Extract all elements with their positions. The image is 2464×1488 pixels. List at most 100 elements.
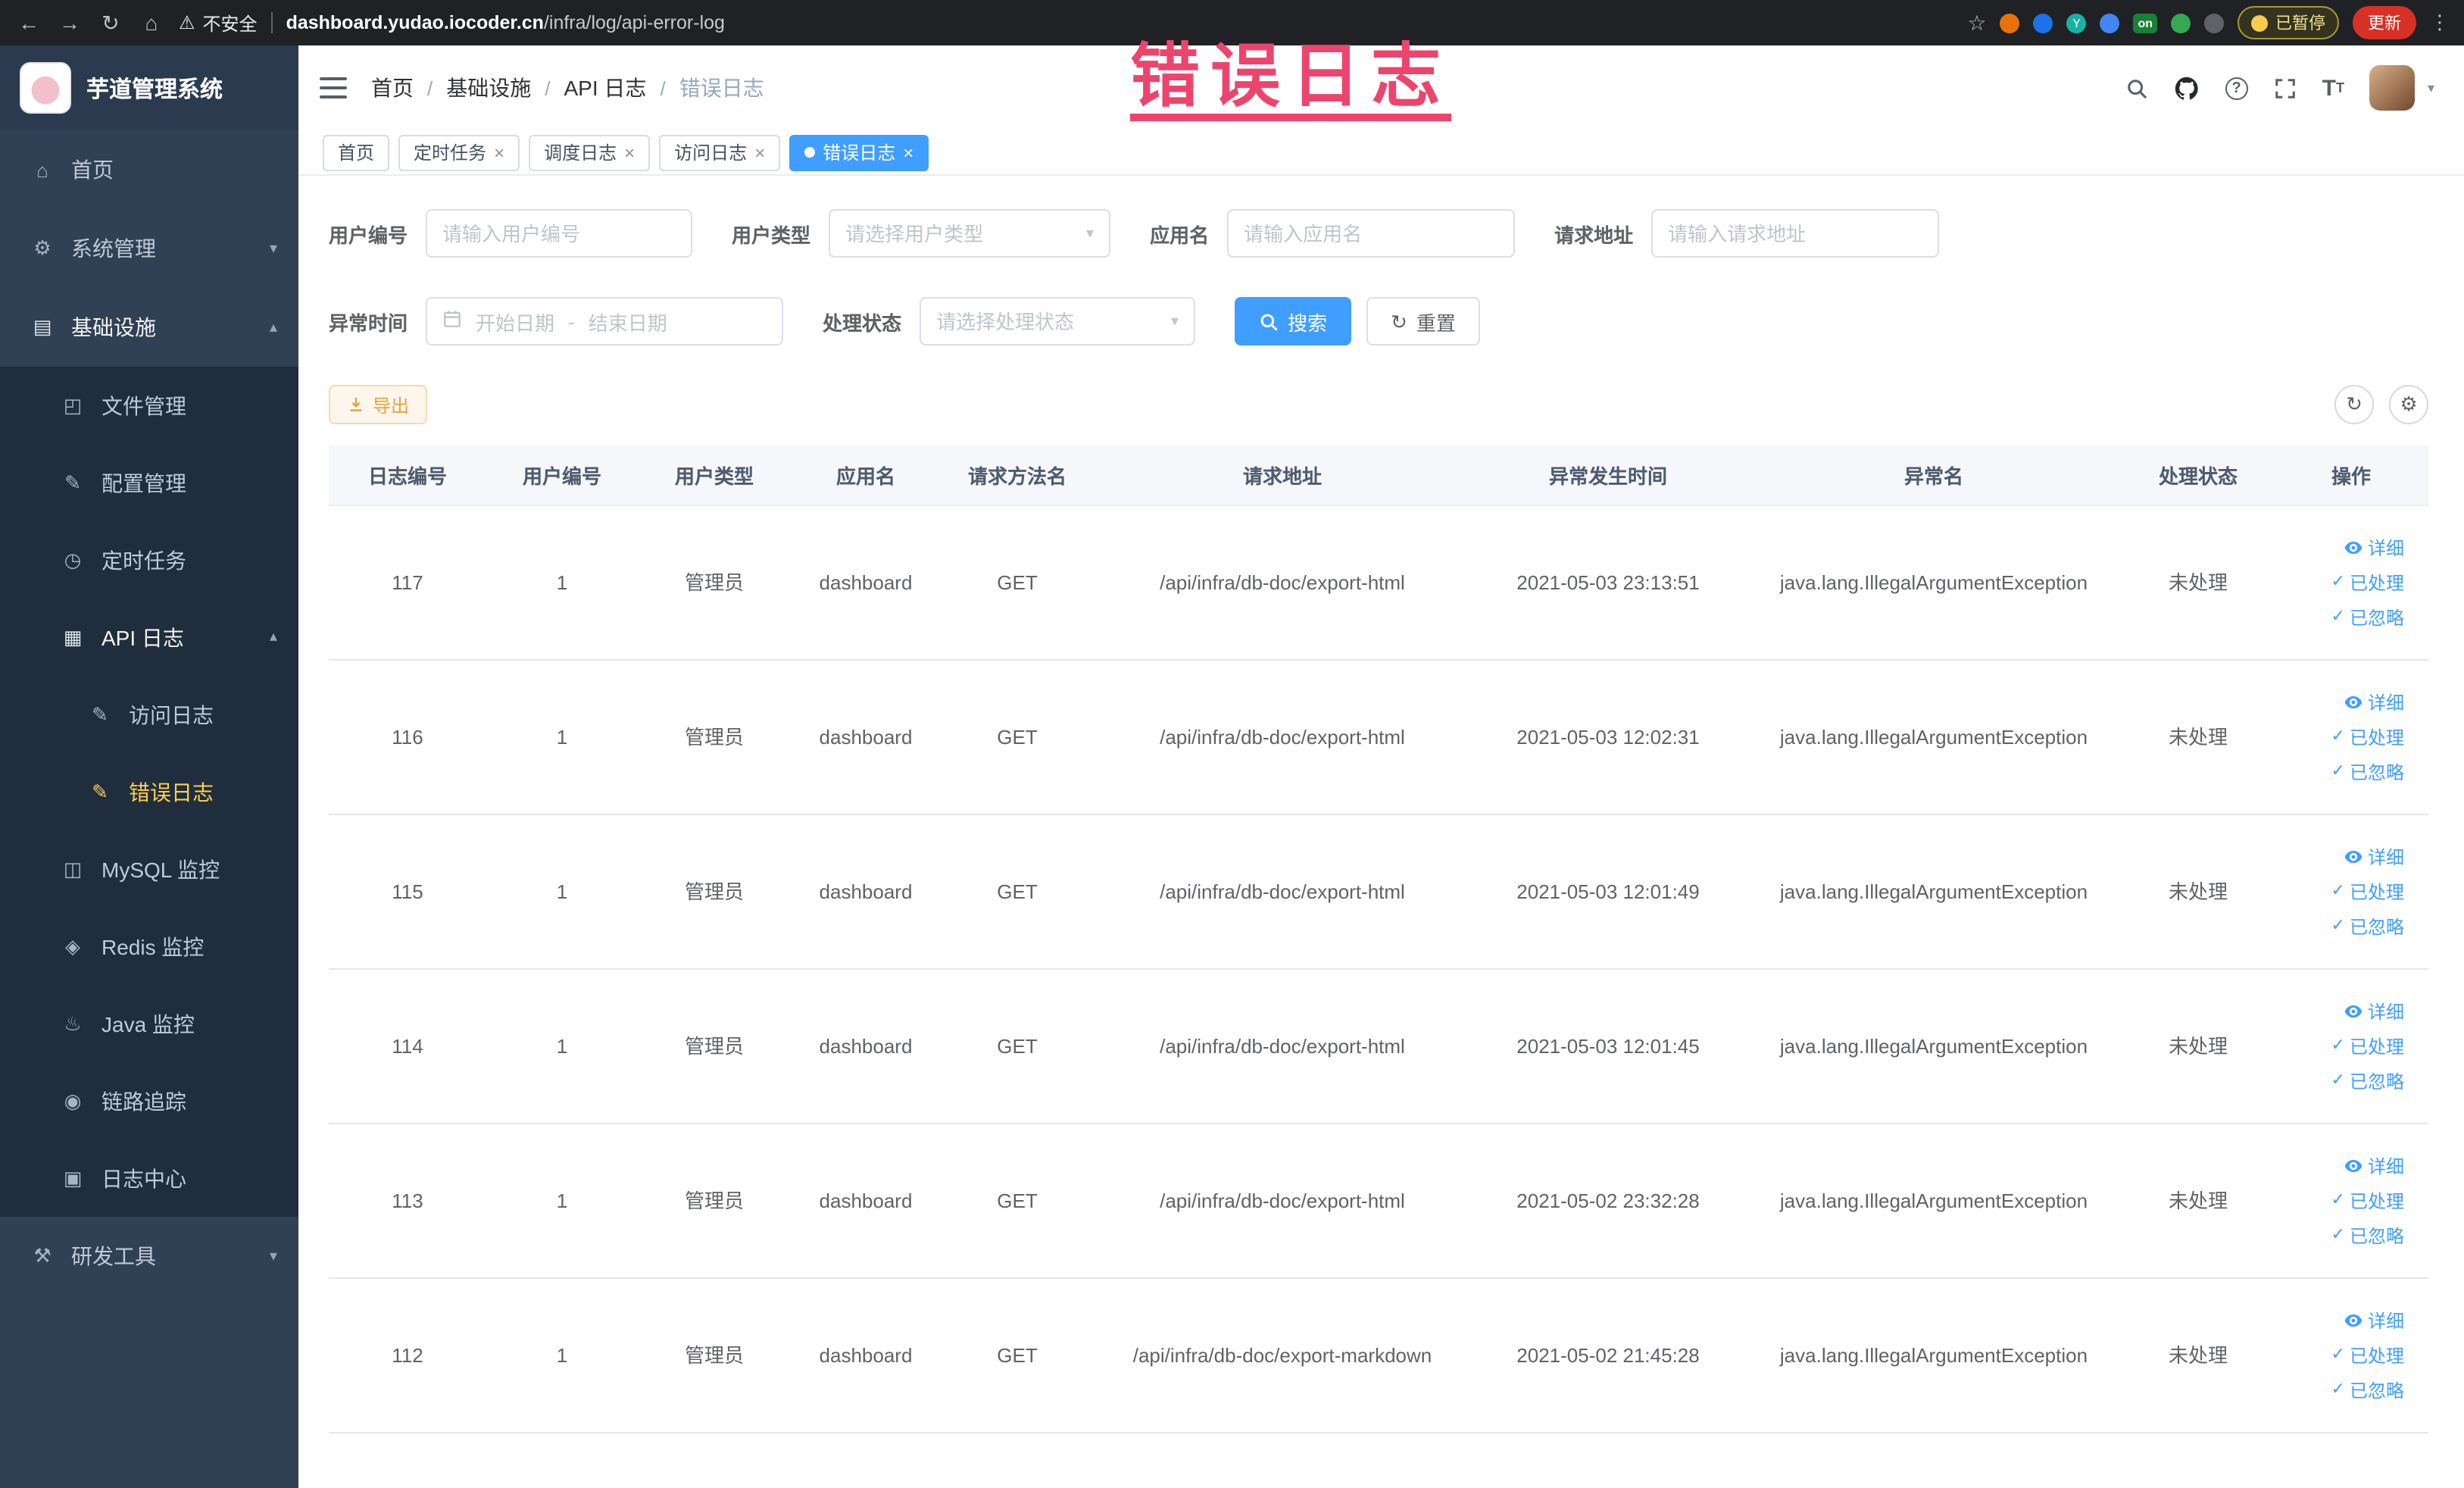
status-select[interactable]: ▾ [920, 297, 1196, 345]
search-icon[interactable] [2125, 77, 2148, 99]
tab-access-log[interactable]: 访问日志 × [659, 134, 781, 170]
status-select-input[interactable] [936, 310, 1162, 333]
extension-blue-icon[interactable] [2033, 13, 2053, 33]
check-icon: ✓ [2331, 882, 2345, 900]
breadcrumb-api-log[interactable]: API 日志 [564, 73, 647, 103]
user-id-input[interactable] [442, 222, 676, 245]
calendar-icon [442, 309, 462, 333]
mark-processed-label: 已处理 [2349, 727, 2404, 748]
extension-green-icon[interactable] [2171, 13, 2191, 33]
tab-home[interactable]: 首页 [323, 134, 390, 170]
search-button[interactable]: 搜索 [1235, 297, 1352, 345]
detail-link[interactable]: 详细 [2344, 843, 2404, 871]
end-date-placeholder[interactable]: 结束日期 [589, 307, 667, 336]
tab-schedule-log[interactable]: 调度日志 × [529, 134, 651, 170]
extension-teal-icon[interactable]: Y [2066, 13, 2087, 33]
sidebar-item-home[interactable]: ⌂ 首页 [0, 130, 298, 209]
app-name-input[interactable] [1244, 222, 1499, 245]
bookmark-star-icon[interactable]: ☆ [1967, 10, 1986, 36]
forward-icon[interactable]: → [56, 11, 83, 35]
cell-app-name: dashboard [819, 725, 913, 749]
extension-grid-icon[interactable] [2100, 13, 2120, 33]
user-type-select[interactable]: ▾ [829, 209, 1111, 258]
mark-processed-link[interactable]: ✓ 已处理 [2331, 1187, 2404, 1214]
export-button-label: 导出 [373, 395, 410, 416]
breadcrumb-infrastructure[interactable]: 基础设施 [446, 73, 531, 103]
github-icon[interactable] [2174, 75, 2200, 101]
cell-actions: 详细 ✓ 已处理 ✓ 已忽略 [2274, 1307, 2428, 1404]
sidebar-item-dev-tools[interactable]: ⚒ 研发工具 ▾ [0, 1217, 298, 1296]
sidebar-item-api-log[interactable]: ▦ API 日志 ▴ [0, 599, 298, 676]
logo-avatar [20, 62, 71, 114]
help-icon[interactable]: ? [2225, 77, 2248, 99]
security-chip[interactable]: ⚠ 不安全 [179, 10, 258, 36]
browser-home-icon[interactable]: ⌂ [138, 11, 165, 35]
start-date-placeholder[interactable]: 开始日期 [476, 307, 554, 336]
collapse-sidebar-icon[interactable] [320, 77, 347, 98]
address-bar[interactable]: dashboard.yudao.iocoder.cn/infra/log/api… [286, 12, 725, 33]
reload-icon[interactable]: ↻ [97, 10, 124, 36]
config-icon: ✎ [64, 470, 81, 493]
mark-ignored-link[interactable]: ✓ 已忽略 [2331, 604, 2404, 631]
breadcrumb-home[interactable]: 首页 [371, 73, 414, 103]
reset-button[interactable]: ↻ 重置 [1366, 297, 1480, 345]
sidebar-item-redis-monitor[interactable]: ◈ Redis 监控 [0, 908, 298, 985]
app-name-label: 应用名 [1150, 224, 1210, 246]
back-icon[interactable]: ← [15, 11, 42, 35]
mark-processed-link[interactable]: ✓ 已处理 [2331, 724, 2404, 751]
sidebar-item-trace[interactable]: ◉ 链路追踪 [0, 1062, 298, 1139]
extension-pin-icon[interactable] [2204, 13, 2224, 33]
mark-ignored-link[interactable]: ✓ 已忽略 [2331, 1068, 2404, 1095]
mark-processed-link[interactable]: ✓ 已处理 [2331, 1342, 2404, 1369]
mark-processed-link[interactable]: ✓ 已处理 [2331, 878, 2404, 905]
app-logo[interactable]: 芋道管理系统 [0, 45, 298, 130]
request-url-input[interactable] [1668, 222, 1923, 245]
detail-link[interactable]: 详细 [2344, 1152, 2404, 1180]
export-button[interactable]: 导出 [329, 385, 428, 424]
close-icon[interactable]: × [754, 143, 765, 161]
sidebar-item-error-log[interactable]: ✎ 错误日志 [0, 753, 298, 830]
detail-link[interactable]: 详细 [2344, 998, 2404, 1025]
fullscreen-icon[interactable] [2274, 77, 2297, 99]
font-size-icon[interactable]: T [2322, 77, 2344, 99]
column-settings-button[interactable]: ⚙ [2389, 385, 2428, 424]
breadcrumb-separator: / [427, 77, 433, 99]
mark-processed-link[interactable]: ✓ 已处理 [2331, 1033, 2404, 1060]
user-type-select-input[interactable] [845, 222, 1077, 245]
sidebar-item-log-center[interactable]: ▣ 日志中心 [0, 1139, 298, 1217]
detail-link[interactable]: 详细 [2344, 1307, 2404, 1334]
date-range-picker[interactable]: 开始日期 - 结束日期 [426, 297, 784, 345]
refresh-table-button[interactable]: ↻ [2334, 385, 2374, 424]
sidebar-item-mysql-monitor[interactable]: ◫ MySQL 监控 [0, 830, 298, 908]
close-icon[interactable]: × [903, 143, 913, 161]
avatar-caret-icon[interactable]: ▾ [2428, 80, 2434, 96]
extension-orange-icon[interactable] [2000, 13, 2020, 33]
detail-link[interactable]: 详细 [2344, 534, 2404, 561]
paused-badge[interactable]: 已暂停 [2238, 6, 2339, 39]
detail-link[interactable]: 详细 [2344, 689, 2404, 716]
sidebar-item-system-management[interactable]: ⚙ 系统管理 ▾ [0, 209, 298, 288]
mark-ignored-link[interactable]: ✓ 已忽略 [2331, 1377, 2404, 1404]
mark-ignored-link[interactable]: ✓ 已忽略 [2331, 758, 2404, 786]
sidebar-item-scheduled-tasks[interactable]: ◷ 定时任务 [0, 521, 298, 599]
mark-processed-link[interactable]: ✓ 已处理 [2331, 569, 2404, 596]
close-icon[interactable]: × [494, 143, 504, 161]
chevron-up-icon: ▴ [269, 319, 277, 336]
browser-menu-icon[interactable]: ⋮ [2430, 11, 2450, 35]
cell-exception-time: 2021-05-03 12:01:49 [1516, 880, 1700, 903]
tab-error-log[interactable]: 错误日志 × [789, 134, 929, 170]
mark-ignored-link[interactable]: ✓ 已忽略 [2331, 1222, 2404, 1249]
update-button[interactable]: 更新 [2353, 6, 2416, 39]
extension-on-badge[interactable]: on [2133, 13, 2157, 33]
column-header-exception-name: 异常名 [1903, 465, 1963, 488]
tab-scheduled-tasks[interactable]: 定时任务 × [398, 134, 520, 170]
close-icon[interactable]: × [624, 143, 635, 161]
sidebar-item-config-management[interactable]: ✎ 配置管理 [0, 444, 298, 521]
sidebar-item-infrastructure[interactable]: ▤ 基础设施 ▴ [0, 288, 298, 367]
sidebar-item-access-log[interactable]: ✎ 访问日志 [0, 676, 298, 753]
mark-ignored-label: 已忽略 [2349, 916, 2404, 937]
mark-ignored-link[interactable]: ✓ 已忽略 [2331, 913, 2404, 940]
avatar[interactable] [2369, 65, 2416, 111]
sidebar-item-java-monitor[interactable]: ♨ Java 监控 [0, 985, 298, 1062]
sidebar-item-file-management[interactable]: ◰ 文件管理 [0, 367, 298, 444]
